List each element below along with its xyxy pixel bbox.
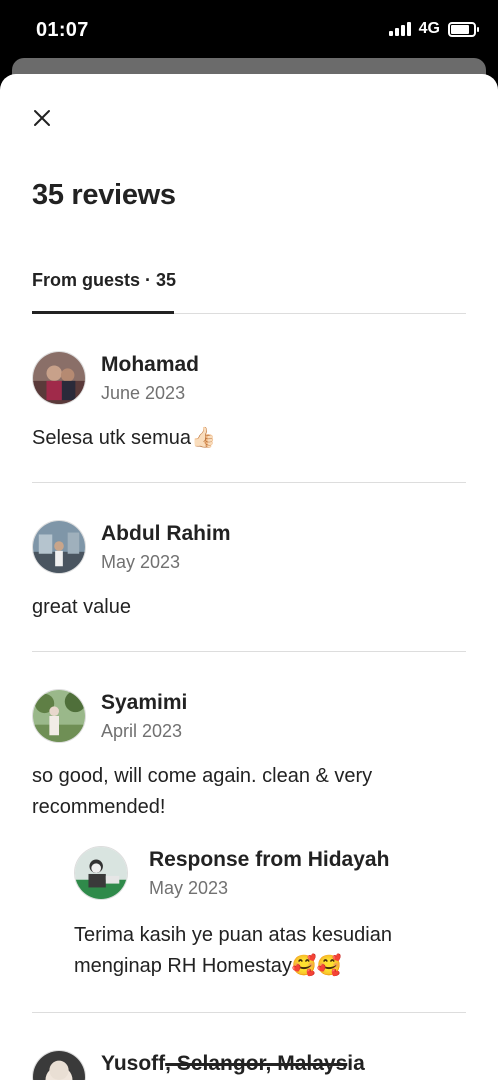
page-title: 35 reviews bbox=[32, 179, 176, 211]
review-item: Yusoff, Selangor, Malaysia bbox=[32, 1050, 466, 1080]
divider bbox=[32, 1012, 466, 1013]
signal-icon bbox=[388, 22, 411, 36]
response-text: Terima kasih ye puan atas kesudian mengi… bbox=[74, 924, 392, 977]
close-icon bbox=[34, 110, 50, 126]
review-item: Abdul Rahim May 2023 great value bbox=[32, 520, 466, 618]
tab-from-guests[interactable]: From guests · 35 bbox=[32, 270, 176, 314]
response-date: May 2023 bbox=[149, 878, 229, 898]
divider bbox=[32, 651, 466, 652]
avatar[interactable] bbox=[32, 689, 86, 743]
reviewer-name: Mohamad bbox=[101, 353, 200, 376]
battery-icon bbox=[448, 21, 479, 37]
divider bbox=[32, 482, 466, 483]
reviewer-name: Yusoff, Selangor, Malaysia bbox=[101, 1052, 365, 1076]
reviewer-name-part: Yusoff bbox=[101, 1052, 166, 1075]
review-text: great value bbox=[32, 596, 131, 618]
status-indicators: 4G bbox=[388, 20, 479, 38]
struck-location: , Selangor, Malays bbox=[165, 1052, 348, 1075]
avatar[interactable] bbox=[32, 1050, 86, 1080]
review-item: Mohamad June 2023 Selesa utk semua👍🏻 bbox=[32, 351, 466, 449]
avatar[interactable] bbox=[32, 351, 86, 405]
review-date: June 2023 bbox=[101, 383, 186, 403]
tab-bar: From guests · 35 bbox=[32, 264, 466, 314]
review-date: April 2023 bbox=[101, 721, 183, 741]
network-type: 4G bbox=[418, 20, 440, 37]
avatar[interactable] bbox=[32, 520, 86, 574]
reviewer-name: Syamimi bbox=[101, 691, 188, 714]
host-response: Response from Hidayah May 2023 Terima ka… bbox=[74, 846, 464, 996]
status-time: 01:07 bbox=[36, 19, 89, 41]
close-button[interactable] bbox=[28, 104, 56, 132]
status-bar: 01:07 4G bbox=[0, 0, 498, 60]
reviewer-name-part: ia bbox=[347, 1052, 365, 1075]
reviewer-name: Abdul Rahim bbox=[101, 522, 231, 545]
response-title: Response from Hidayah bbox=[149, 848, 390, 871]
reviews-modal: 35 reviews From guests · 35 Mohamad June… bbox=[0, 74, 498, 1080]
review-text: so good, will come again. clean & very r… bbox=[32, 765, 373, 818]
review-item: Syamimi April 2023 so good, will come ag… bbox=[32, 689, 466, 1009]
review-text: Selesa utk semua👍🏻 bbox=[32, 427, 216, 449]
review-date: May 2023 bbox=[101, 552, 181, 572]
host-avatar[interactable] bbox=[74, 846, 128, 900]
